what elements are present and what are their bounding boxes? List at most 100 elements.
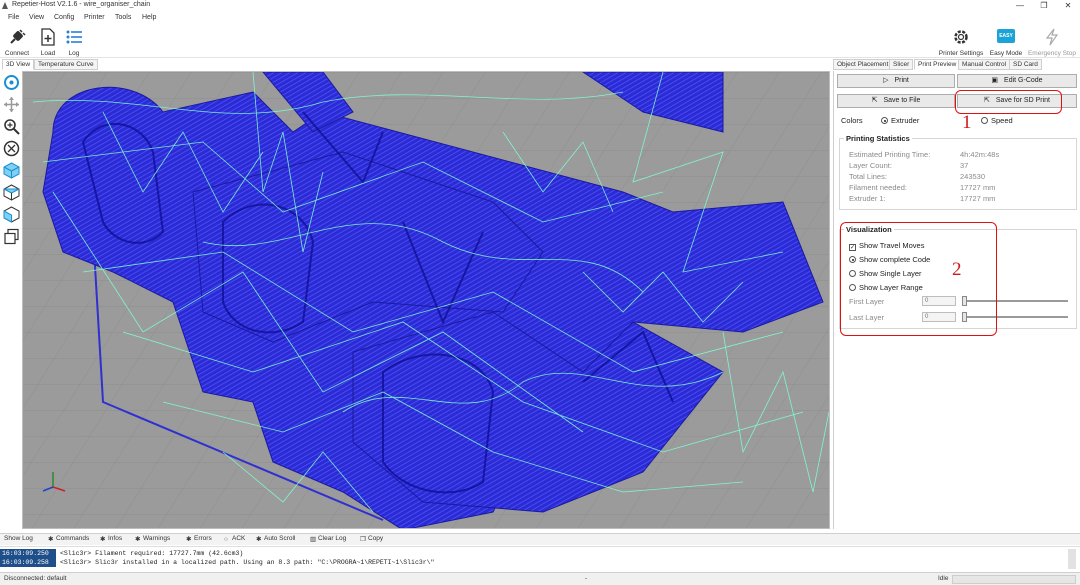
stat-value: 37 [960, 161, 969, 170]
tab-slicer[interactable]: Slicer [889, 59, 914, 70]
print-button[interactable]: ▷ Print [837, 74, 955, 88]
stat-label: Estimated Printing Time: [849, 150, 931, 159]
plug-icon [8, 28, 26, 48]
top-view-cube-icon[interactable] [3, 184, 20, 201]
easy-mode-icon: EASY [997, 29, 1015, 43]
log-scrollbar[interactable] [1068, 549, 1076, 569]
stat-value: 243530 [960, 172, 986, 181]
stat-label: Layer Count: [849, 161, 892, 170]
radio-icon [981, 117, 988, 124]
app-icon [1, 1, 9, 10]
save-to-file-button[interactable]: ⇱ Save to File [837, 94, 955, 108]
tab-temperature-curve[interactable]: Temperature Curve [34, 59, 98, 70]
log-panel[interactable]: 16:03:09.250 <Slic3r> Filament required:… [0, 546, 1080, 570]
3d-print-preview[interactable] [22, 71, 830, 529]
edit-gcode-button[interactable]: ▣ Edit G-Code [957, 74, 1077, 88]
star-icon: ✱ [256, 536, 262, 543]
show-log-toggle[interactable]: Show Log [4, 535, 33, 542]
annotation-number-1: 1 [962, 112, 972, 133]
tab-sd-card[interactable]: SD Card [1009, 59, 1042, 70]
window-title: Repetier-Host V2.1.6 - wire_organiser_ch… [12, 1, 151, 8]
load-button[interactable]: Load [36, 26, 60, 58]
printing-statistics-group: Printing Statistics Estimated Printing T… [839, 134, 1077, 210]
star-icon: ✱ [186, 536, 192, 543]
connect-button[interactable]: Connect [2, 26, 32, 58]
menu-file[interactable]: File [8, 14, 19, 21]
title-bar: Repetier-Host V2.1.6 - wire_organiser_ch… [0, 0, 1080, 12]
status-separator: - [585, 575, 588, 582]
clear-log-button[interactable]: ▥ Clear Log [310, 535, 346, 543]
auto-scroll-toggle[interactable]: ✱ Auto Scroll [256, 535, 295, 543]
color-extruder-radio[interactable]: Extruder [881, 116, 919, 125]
log-time: 16:03:09.258 [0, 558, 56, 567]
warnings-toggle[interactable]: ✱ Warnings [135, 535, 170, 543]
trash-icon: ▥ [310, 536, 317, 543]
edit-file-icon: ▣ [991, 77, 999, 84]
color-speed-radio[interactable]: Speed [981, 116, 1013, 125]
stat-value: 4h:42m:48s [960, 150, 1000, 159]
progress-bar [952, 575, 1076, 584]
log-row: 16:03:09.250 <Slic3r> Filament required:… [0, 549, 1080, 558]
gear-icon [952, 28, 970, 48]
menu-printer[interactable]: Printer [84, 14, 105, 21]
log-toolbar: Show Log ✱ Commands ✱ Infos ✱ Warnings ✱ Err… [0, 533, 1080, 545]
stat-value: 17727 mm [960, 194, 996, 203]
rotate-view-icon[interactable] [3, 74, 20, 91]
list-icon [65, 28, 83, 48]
menu-view[interactable]: View [29, 14, 44, 21]
tab-3d-view[interactable]: 3D View [2, 59, 35, 70]
log-row: 16:03:09.258 <Slic3r> Slic3r installed i… [0, 558, 1080, 567]
annotation-number-2: 2 [952, 259, 962, 280]
tab-object-placement[interactable]: Object Placement [833, 59, 893, 70]
move-view-icon[interactable] [3, 96, 20, 113]
log-message: <Slic3r> Filament required: 17727.7mm (4… [60, 550, 244, 557]
log-button[interactable]: Log [62, 26, 86, 58]
printer-settings-button[interactable]: Printer Settings [936, 26, 986, 58]
menu-tools[interactable]: Tools [115, 14, 131, 21]
colors-label: Colors [841, 116, 863, 125]
stat-value: 17727 mm [960, 183, 996, 192]
annotation-box-save-sd [955, 90, 1062, 114]
star-icon: ✱ [100, 536, 106, 543]
main-toolbar: Connect Load Log Printer Settings EASY E… [0, 26, 1080, 58]
annotation-box-visualization [840, 222, 997, 336]
copy-button[interactable]: ❐ Copy [360, 535, 383, 543]
gcode-preview-render [23, 72, 829, 528]
commands-toggle[interactable]: ✱ Commands [48, 535, 89, 543]
connection-status: Disconnected: default [4, 575, 67, 582]
view-tools [0, 71, 22, 261]
ack-toggle[interactable]: ○ ACK [224, 535, 245, 543]
minimize-button[interactable]: — [1008, 0, 1032, 12]
zoom-icon[interactable] [3, 118, 20, 135]
infos-toggle[interactable]: ✱ Infos [100, 535, 122, 543]
copy-icon: ❐ [360, 536, 366, 543]
emergency-stop-button[interactable]: Emergency Stop [1026, 26, 1078, 58]
multi-object-icon[interactable] [3, 228, 20, 245]
side-view-cube-icon[interactable] [3, 206, 20, 223]
star-icon: ✱ [48, 536, 54, 543]
log-message: <Slic3r> Slic3r installed in a localized… [60, 559, 435, 566]
add-file-icon [40, 28, 56, 48]
star-icon: ✱ [135, 536, 141, 543]
status-bar: Disconnected: default - Idle [0, 572, 1080, 585]
close-button[interactable]: ✕ [1056, 0, 1080, 12]
play-icon: ▷ [883, 77, 889, 84]
menu-config[interactable]: Config [54, 14, 74, 21]
log-time: 16:03:09.250 [0, 549, 56, 558]
stat-label: Extruder 1: [849, 194, 886, 203]
easy-mode-button[interactable]: EASY Easy Mode [988, 26, 1024, 58]
fit-view-icon[interactable] [3, 140, 20, 157]
printing-statistics-title: Printing Statistics [844, 134, 912, 143]
tab-manual-control[interactable]: Manual Control [958, 59, 1011, 70]
restore-button[interactable]: ❐ [1032, 0, 1056, 12]
printer-state: Idle [938, 575, 949, 582]
lightning-icon [1045, 28, 1059, 48]
stat-label: Total Lines: [849, 172, 887, 181]
radio-selected-icon [881, 117, 888, 124]
errors-toggle[interactable]: ✱ Errors [186, 535, 212, 543]
menu-help[interactable]: Help [142, 14, 156, 21]
tab-print-preview[interactable]: Print Preview [914, 59, 961, 70]
export-icon: ⇱ [871, 97, 878, 104]
menu-bar: File View Config Printer Tools Help [0, 13, 1080, 25]
front-view-cube-icon[interactable] [3, 162, 20, 179]
